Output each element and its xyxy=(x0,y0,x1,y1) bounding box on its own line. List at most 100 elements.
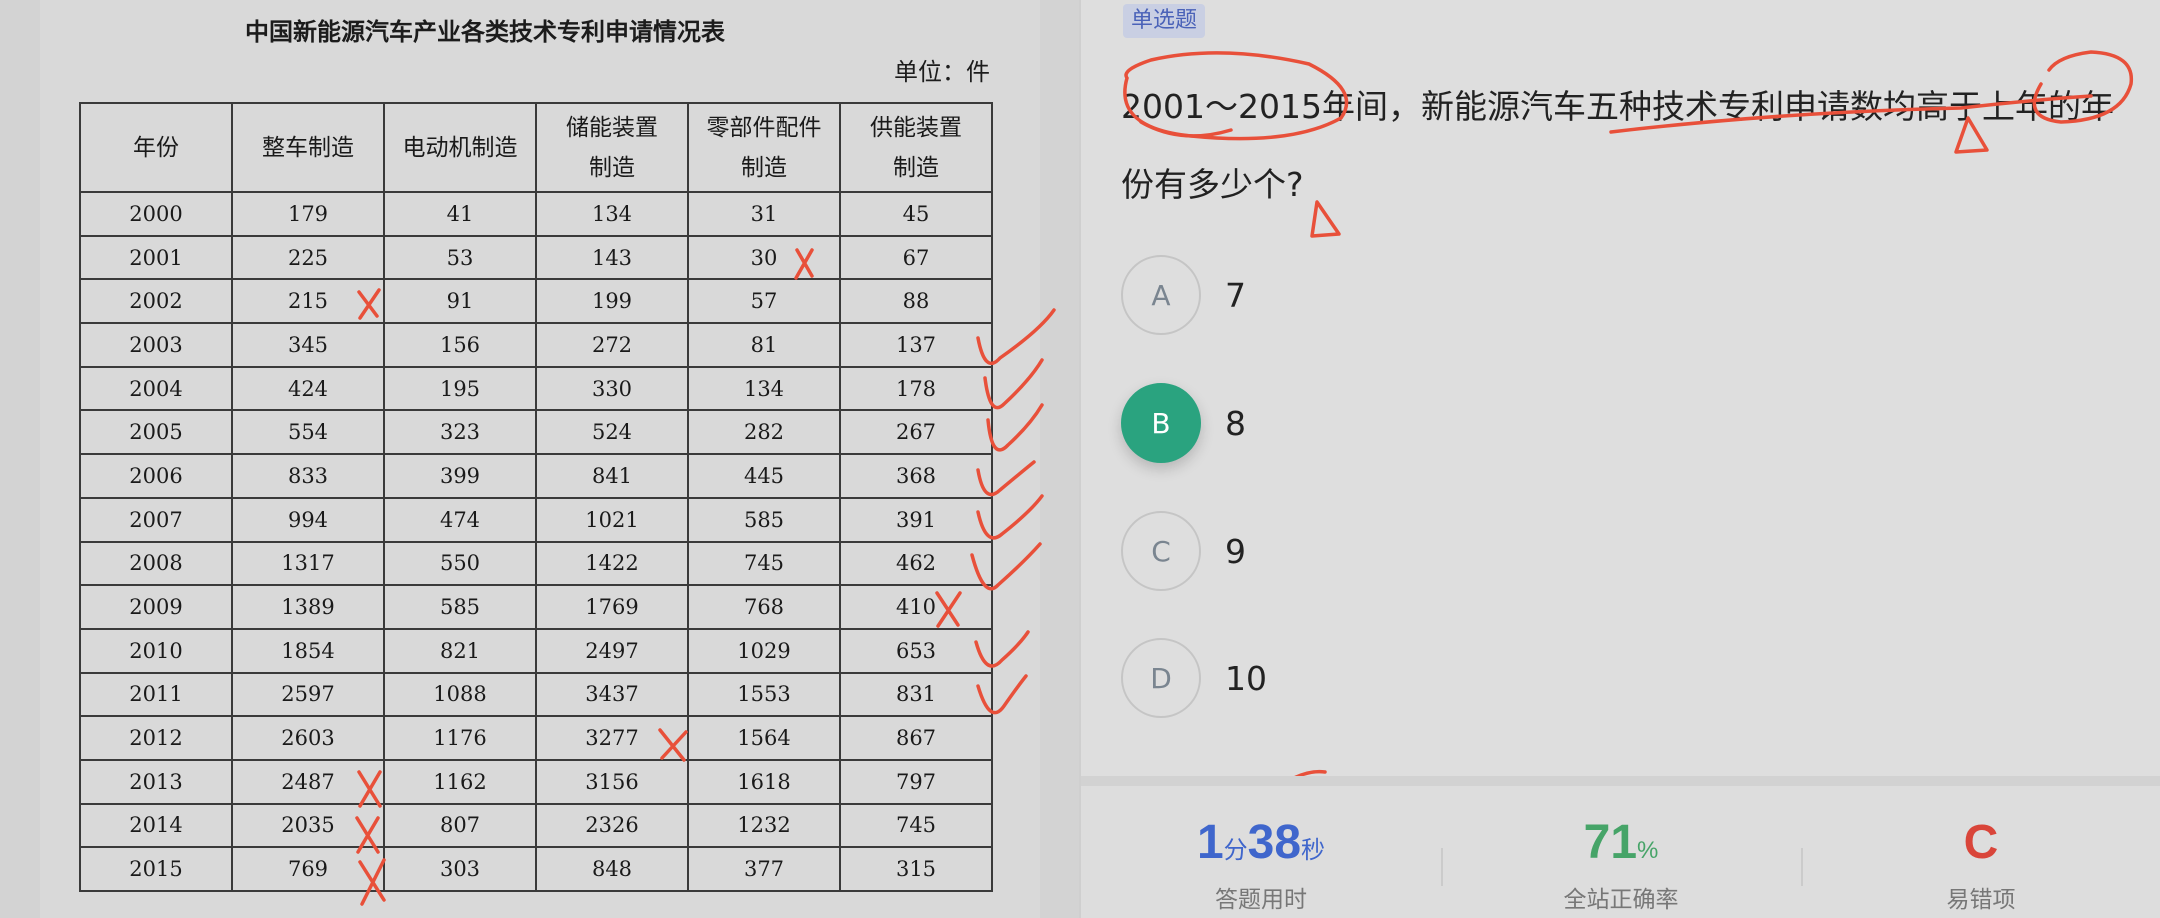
value-cell: 225 xyxy=(231,234,385,281)
value-cell: 156 xyxy=(383,322,537,368)
table-row: 2014 2035 807 2326 1232 745 xyxy=(79,802,993,849)
value-cell: 1232 xyxy=(687,802,841,849)
table-row: 2009 1389 585 1769 768 410 xyxy=(79,584,993,630)
header-line: 整车制造 xyxy=(262,134,354,161)
year-cell: 2002 xyxy=(79,278,233,325)
year-cell: 2011 xyxy=(79,671,233,718)
year-cell: 2008 xyxy=(79,540,233,587)
value-cell: 797 xyxy=(839,758,993,805)
option-b-text[interactable]: 8 xyxy=(1225,404,1246,443)
value-cell: 524 xyxy=(535,409,689,456)
option-c[interactable]: C 9 xyxy=(1121,510,1246,592)
table-image-panel: 中国新能源汽车产业各类技术专利申请情况表 单位：件 年份 整车制造 电动机制造 储能装… xyxy=(0,0,1079,918)
table-row: 2001 225 53 143 30 67 xyxy=(79,234,993,281)
table-sheet: 中国新能源汽车产业各类技术专利申请情况表 单位：件 年份 整车制造 电动机制造 储能装… xyxy=(40,0,1040,918)
option-c-text[interactable]: 9 xyxy=(1225,532,1246,571)
option-d-letter[interactable]: D xyxy=(1121,638,1201,718)
header-line: 年份 xyxy=(133,134,179,161)
value-cell: 1769 xyxy=(535,584,689,630)
value-cell: 1021 xyxy=(535,496,689,543)
value-cell: 330 xyxy=(535,365,689,412)
header-line: 制造 xyxy=(893,154,939,181)
value-cell: 272 xyxy=(535,322,689,368)
table-body: 2000 179 41 134 31 45 2001 225 53 143 30 67 2002 215 9… xyxy=(79,191,993,892)
value-cell: 282 xyxy=(687,409,841,456)
table-header-row: 年份 整车制造 电动机制造 储能装置 制造 零部件配件 制造 供能装置 制造 xyxy=(79,102,993,193)
error-option: C xyxy=(1963,816,1999,869)
value-cell: 1854 xyxy=(231,627,385,674)
value-cell: 1162 xyxy=(383,758,537,805)
accuracy-value: 71 xyxy=(1583,816,1638,869)
value-cell: 81 xyxy=(687,322,841,368)
year-cell: 2010 xyxy=(79,627,233,674)
value-cell: 474 xyxy=(383,496,537,543)
option-a-text[interactable]: 7 xyxy=(1225,276,1246,315)
year-cell: 2000 xyxy=(79,191,233,237)
stat-time: 1分38秒 答题用时 xyxy=(1081,816,1441,914)
value-cell: 143 xyxy=(535,234,689,281)
table-row: 2012 2603 1176 3277 1564 867 xyxy=(79,715,993,761)
value-cell: 768 xyxy=(687,584,841,630)
stat-accuracy: 71% 全站正确率 xyxy=(1441,816,1801,914)
value-cell: 137 xyxy=(839,322,993,368)
value-cell: 653 xyxy=(839,627,993,674)
value-cell: 1176 xyxy=(383,715,537,761)
value-cell: 585 xyxy=(687,496,841,543)
value-cell: 3437 xyxy=(535,671,689,718)
value-cell: 67 xyxy=(839,234,993,281)
value-cell: 445 xyxy=(687,453,841,499)
table-header-cell: 供能装置 制造 xyxy=(839,102,993,193)
header-line: 供能装置 xyxy=(870,114,962,141)
value-cell: 807 xyxy=(383,802,537,849)
option-a-letter[interactable]: A xyxy=(1121,255,1201,335)
value-cell: 550 xyxy=(383,540,537,587)
year-cell: 2007 xyxy=(79,496,233,543)
option-b[interactable]: B 8 xyxy=(1121,382,1246,464)
value-cell: 1553 xyxy=(687,671,841,718)
value-cell: 41 xyxy=(383,191,537,237)
stat-error: C 易错项 xyxy=(1801,816,2160,914)
time-seconds: 38 xyxy=(1247,816,1302,869)
time-label: 答题用时 xyxy=(1215,887,1307,913)
value-cell: 848 xyxy=(535,846,689,892)
value-cell: 31 xyxy=(687,191,841,237)
time-seconds-unit: 秒 xyxy=(1301,837,1326,864)
error-label: 易错项 xyxy=(1946,887,2016,913)
year-cell: 2014 xyxy=(79,802,233,849)
time-minutes-unit: 分 xyxy=(1223,837,1248,864)
option-d[interactable]: D 10 xyxy=(1121,637,1267,719)
value-cell: 215 xyxy=(231,278,385,325)
question-panel: 单选题 2001～2015年间，新能源汽车五种技术专利申请数均高于上年的年份有多… xyxy=(1079,0,2160,918)
value-cell: 424 xyxy=(231,365,385,412)
value-cell: 745 xyxy=(687,540,841,587)
year-cell: 2013 xyxy=(79,758,233,805)
value-cell: 994 xyxy=(231,496,385,543)
value-cell: 368 xyxy=(839,453,993,499)
value-cell: 3277 xyxy=(535,715,689,761)
option-b-letter[interactable]: B xyxy=(1121,383,1201,463)
value-cell: 554 xyxy=(231,409,385,456)
year-cell: 2006 xyxy=(79,453,233,499)
value-cell: 377 xyxy=(687,846,841,892)
table-row: 2013 2487 1162 3156 1618 797 xyxy=(79,758,993,805)
option-c-letter[interactable]: C xyxy=(1121,511,1201,591)
option-d-text[interactable]: 10 xyxy=(1225,659,1267,698)
year-cell: 2015 xyxy=(79,846,233,892)
value-cell: 399 xyxy=(383,453,537,499)
value-cell: 315 xyxy=(839,846,993,892)
option-a[interactable]: A 7 xyxy=(1121,254,1246,336)
value-cell: 53 xyxy=(383,234,537,281)
table-header-cell: 年份 xyxy=(79,102,233,193)
year-cell: 2001 xyxy=(79,234,233,281)
value-cell: 45 xyxy=(839,191,993,237)
value-cell: 769 xyxy=(231,846,385,892)
table-unit: 单位：件 xyxy=(894,58,990,86)
header-line: 储能装置 xyxy=(566,114,658,141)
year-cell: 2004 xyxy=(79,365,233,412)
value-cell: 195 xyxy=(383,365,537,412)
value-cell: 199 xyxy=(535,278,689,325)
value-cell: 841 xyxy=(535,453,689,499)
value-cell: 134 xyxy=(535,191,689,237)
value-cell: 2603 xyxy=(231,715,385,761)
value-cell: 179 xyxy=(231,191,385,237)
